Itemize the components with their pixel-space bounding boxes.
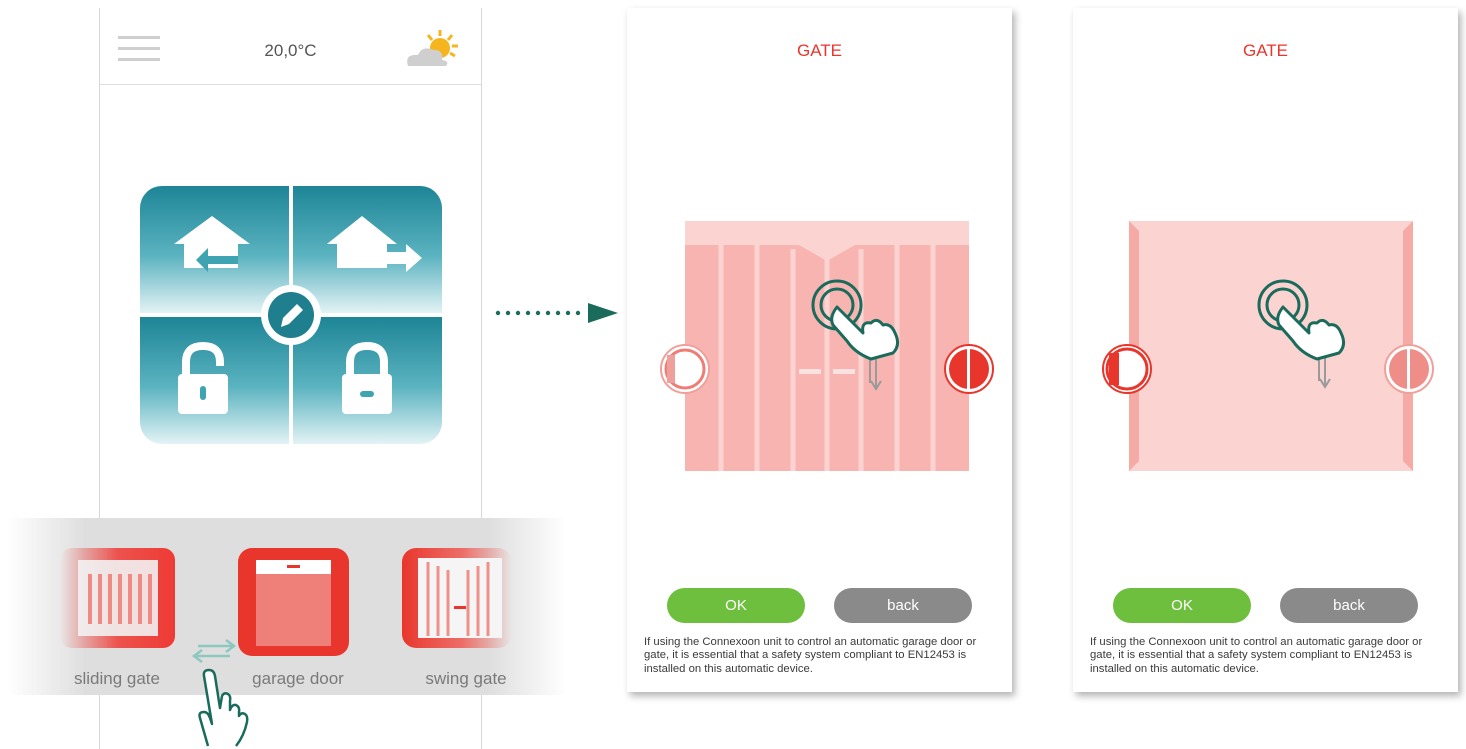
swipe-hand-icon (198, 668, 249, 747)
tile-unlock[interactable] (140, 317, 289, 444)
scenario-tiles (140, 186, 442, 444)
safety-warning: If using the Connexoon unit to control a… (644, 636, 977, 675)
tile-lock[interactable] (293, 317, 442, 444)
edit-button[interactable] (261, 285, 321, 345)
sliding-gate-icon[interactable] (60, 548, 175, 648)
flow-arrow-icon (495, 303, 618, 323)
ok-button[interactable]: OK (1113, 588, 1251, 623)
device-label-sliding-gate: sliding gate (73, 669, 160, 688)
right-toggle[interactable] (1383, 343, 1435, 395)
back-button[interactable]: back (834, 588, 972, 623)
safety-warning: If using the Connexoon unit to control a… (1090, 636, 1423, 675)
ok-button[interactable]: OK (667, 588, 805, 623)
device-label-swing-gate: swing gate (425, 669, 507, 688)
sun-cloud-icon (407, 30, 458, 66)
scenario-tiles-graphic (140, 186, 442, 444)
home-header: 20,0°C (100, 8, 481, 85)
screen-title: GATE (796, 41, 843, 60)
tile-arrive[interactable] (140, 186, 289, 313)
swap-arrows-icon (191, 639, 237, 663)
back-button[interactable]: back (1280, 588, 1418, 623)
tile-leave[interactable] (293, 186, 442, 313)
gate-screen-garage: GATE OK back If using the Connexoon unit… (1073, 8, 1458, 692)
screen-title: GATE (1242, 41, 1289, 60)
garage-door-icon[interactable] (238, 548, 349, 656)
swing-gate-icon[interactable] (402, 548, 512, 648)
left-toggle[interactable] (1101, 343, 1153, 395)
gate-screen-swing: GATE OK back If using the Connexoon unit… (627, 8, 1012, 692)
right-close-toggle[interactable] (943, 343, 995, 395)
left-open-toggle[interactable] (659, 343, 711, 395)
